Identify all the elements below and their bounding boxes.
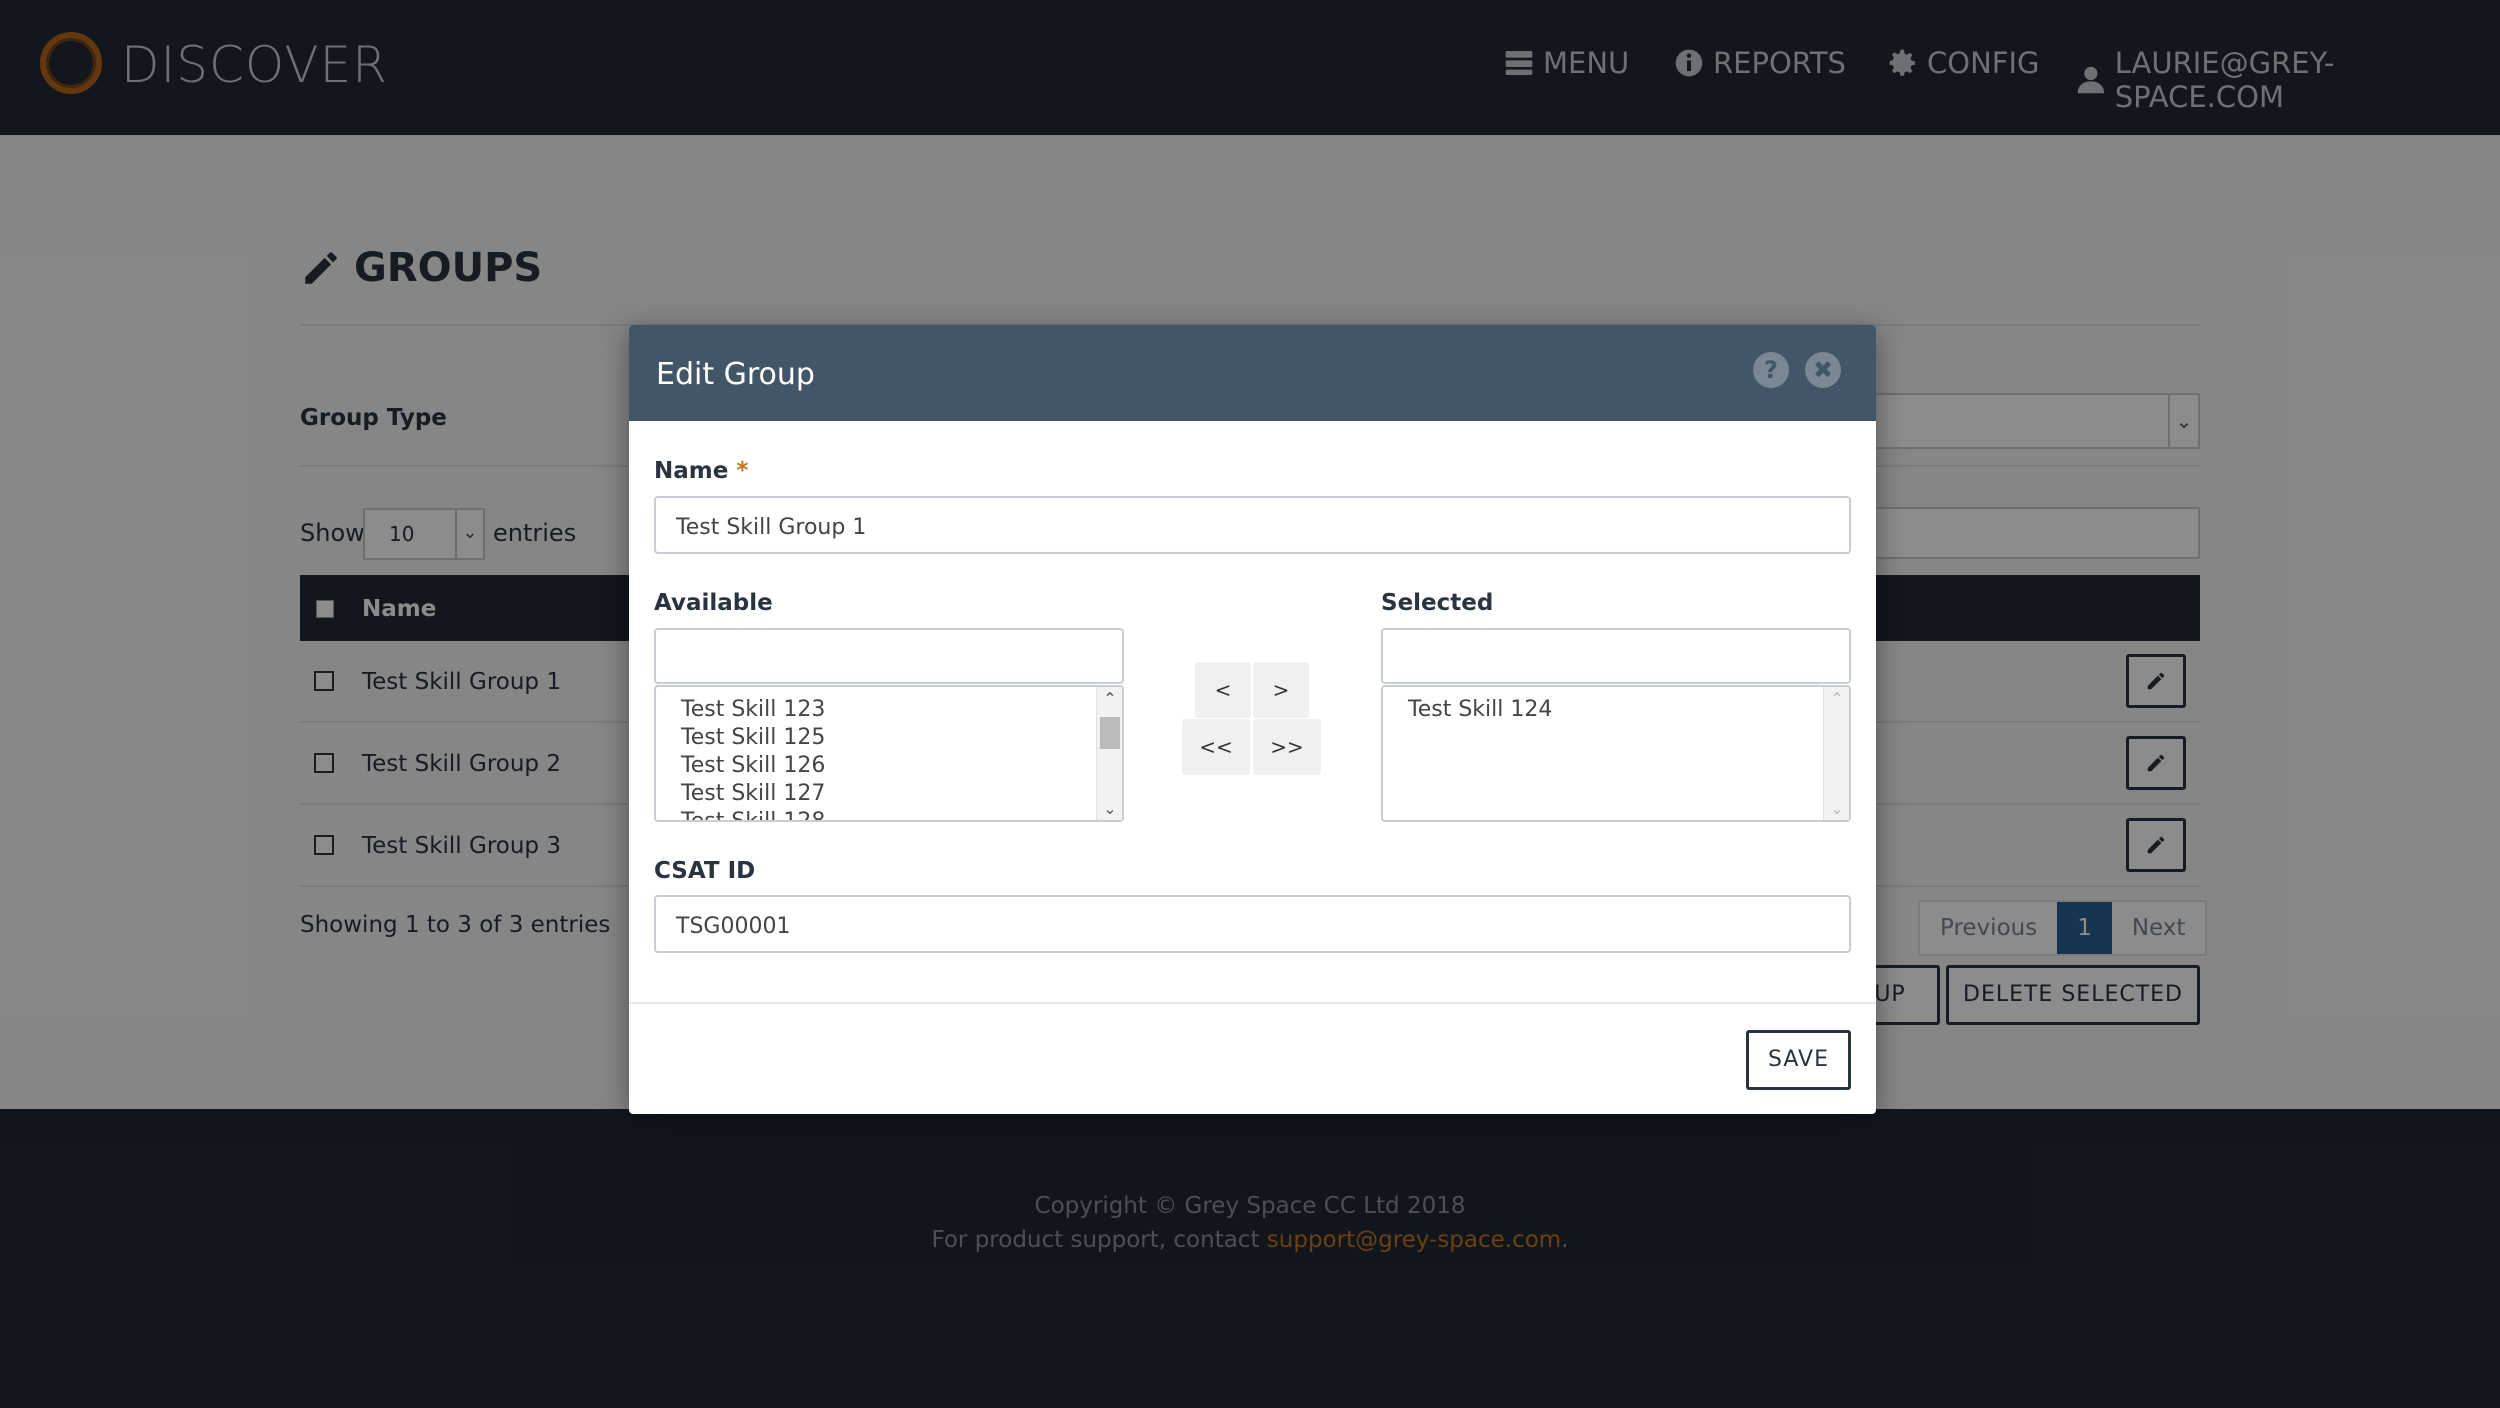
list-item[interactable]: Test Skill 127 [681, 781, 825, 806]
move-all-right-button[interactable]: >> [1253, 719, 1321, 775]
modal-header: Edit Group ? ✖ [629, 325, 1876, 421]
selected-label: Selected [1381, 590, 1494, 616]
selected-listbox[interactable]: Test Skill 124 ⌃ ⌄ [1381, 685, 1851, 822]
scroll-thumb[interactable] [1100, 717, 1120, 749]
list-item[interactable]: Test Skill 123 [681, 697, 825, 722]
selected-filter-input[interactable] [1381, 628, 1851, 684]
move-left-button[interactable]: < [1195, 662, 1251, 718]
edit-group-modal: Edit Group ? ✖ Name * Test Skill Group 1… [629, 325, 1876, 1114]
scroll-down-icon[interactable]: ⌄ [1097, 799, 1122, 818]
scroll-up-icon[interactable]: ⌃ [1097, 689, 1122, 708]
name-label: Name * [654, 458, 748, 484]
modal-title: Edit Group [656, 357, 815, 392]
csat-id-label: CSAT ID [654, 858, 756, 884]
save-button[interactable]: SAVE [1746, 1030, 1851, 1090]
available-label: Available [654, 590, 773, 616]
list-item[interactable]: Test Skill 128 [681, 809, 825, 820]
name-input[interactable]: Test Skill Group 1 [654, 496, 1851, 554]
help-icon[interactable]: ? [1753, 352, 1789, 388]
required-marker: * [736, 458, 749, 484]
list-item[interactable]: Test Skill 126 [681, 753, 825, 778]
move-right-button[interactable]: > [1253, 662, 1309, 718]
listbox-scrollbar[interactable]: ⌃ ⌄ [1096, 687, 1122, 820]
scroll-up-icon[interactable]: ⌃ [1824, 689, 1849, 708]
csat-id-input[interactable]: TSG00001 [654, 895, 1851, 953]
listbox-scrollbar[interactable]: ⌃ ⌄ [1823, 687, 1849, 820]
available-listbox[interactable]: Test Skill 123 Test Skill 125 Test Skill… [654, 685, 1124, 822]
close-icon[interactable]: ✖ [1805, 352, 1841, 388]
name-label-text: Name [654, 458, 729, 484]
list-item[interactable]: Test Skill 124 [1408, 697, 1552, 722]
available-filter-input[interactable] [654, 628, 1124, 684]
scroll-down-icon[interactable]: ⌄ [1824, 799, 1849, 818]
divider [629, 1002, 1876, 1004]
move-all-left-button[interactable]: << [1182, 719, 1250, 775]
list-item[interactable]: Test Skill 125 [681, 725, 825, 750]
